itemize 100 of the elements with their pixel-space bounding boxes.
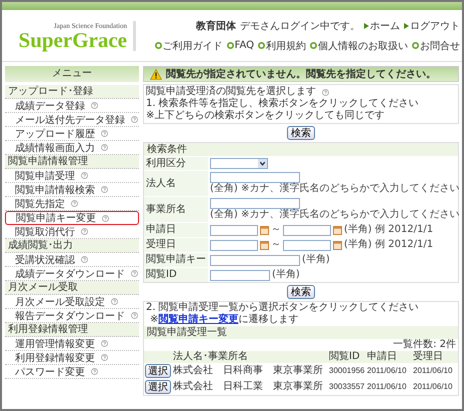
login-status: デモさんログイン中です。 [240,20,360,32]
field-label: 申請日 [144,223,208,237]
step-instruction: 2. 閲覧申請受理一覧から選択ボタンをクリックしてください [145,302,420,313]
triangle-icon [364,22,369,28]
column-header: 閲覧ID [328,351,366,363]
field-label: 法人名 [144,171,208,196]
column-header: 申請日 [366,351,412,363]
circle-bullet-icon [258,42,265,49]
help-icon [322,88,329,96]
input-note: (半角) 例 2012/1/1 [344,224,434,236]
help-icon [102,214,109,222]
range-separator: ～ [271,239,281,251]
search-button[interactable]: 検索 [287,285,315,299]
help-icon [81,256,88,263]
nav-link[interactable]: ご利用ガイド [154,38,223,52]
menu-section-title: アップロード･登録 [5,85,139,99]
warning-text: 閲覧先が指定されていません。閲覧先を指定してください。 [166,67,436,81]
table-cell-text: 株式会社 日科工業 東京事業所 [172,380,324,394]
instruction-title: 閲覧申請受理済の閲覧先を選択します [146,86,316,98]
text-input[interactable] [210,254,300,266]
select-button[interactable]: 選択 [145,364,171,378]
search-button[interactable]: 検索 [287,126,315,140]
table-cell-text: 30001956 [328,365,366,377]
menu-header: メニュー [5,66,139,82]
help-icon [101,130,108,137]
input-note: (半角) 例 2012/1/1 [344,239,434,251]
menu-item[interactable]: パスワード変更 [5,365,139,379]
menu-section-title: 利用登録情報管理 [5,323,139,337]
list-count: 一覧件数: 2件 [392,339,457,350]
key-change-link[interactable]: 閲覧申請キー変更 [158,314,238,326]
table-cell-text: 2011/06/10 [412,365,454,377]
menu-item[interactable]: 閲覧申請情報検索 [5,183,139,197]
circle-bullet-icon [154,42,162,49]
circle-bullet-icon [310,42,317,49]
select-button[interactable]: 選択 [145,380,171,394]
field-label: 利用区分 [144,157,208,170]
menu-item[interactable]: 閲覧先指定 [5,197,139,211]
calendar-icon[interactable] [333,226,342,234]
help-icon [131,270,138,277]
nav-link[interactable]: 利用規約 [258,38,306,52]
help-icon [71,200,78,207]
help-icon [101,186,108,193]
triangle-icon [404,22,409,28]
date-input[interactable] [283,224,331,236]
table-cell-text: 2011/06/10 [366,381,408,393]
menu-item[interactable]: 閲覧申請受理 [5,169,139,183]
text-input[interactable] [210,270,270,280]
nav-link[interactable]: お問合せ [412,38,460,52]
calendar-icon[interactable] [260,240,269,250]
usage-select[interactable] [210,158,268,169]
header-link[interactable]: ホーム [364,18,400,32]
menu-item[interactable]: アップロード履歴 [5,127,139,141]
date-input[interactable] [283,240,331,250]
date-input[interactable] [210,240,258,250]
help-icon [101,340,108,347]
date-input[interactable] [210,224,258,236]
field-label: 閲覧申請キー [144,253,208,267]
input-note: (半角) [272,269,300,281]
table-cell-text: 2011/06/10 [412,381,454,393]
menu-item[interactable]: 運用管理情報変更 [5,337,139,351]
help-icon [91,368,98,375]
menu-item[interactable]: 成績データ登録 [5,99,139,113]
dropdown-arrow-icon [258,159,267,168]
table-cell-text: 株式会社 日科商事 東京事業所 [172,364,324,378]
menu-item[interactable]: 月次メール受取設定 [5,295,139,309]
nav-link[interactable]: 個人情報のお取扱い [310,38,408,52]
text-input[interactable] [210,172,300,183]
column-header: 受理日 [412,351,458,363]
range-separator: ～ [271,224,281,236]
menu-item[interactable]: メール送付先データ登録 [5,113,139,127]
help-icon [81,228,88,235]
table-title: 検索条件 [144,143,458,156]
menu-item[interactable]: 閲覧申請キー変更 [5,211,139,225]
menu-item[interactable]: 利用登録情報変更 [5,351,139,365]
table-cell-text: 2011/06/10 [366,365,408,377]
step-note: ※閲覧申請キー変更に遷移します [149,314,300,326]
nav-link[interactable]: FAQ [226,40,254,51]
help-icon [101,354,108,361]
menu-section-title: 閲覧申請情報管理 [5,155,139,169]
column-header: 法人名･事業所名 [172,351,328,363]
menu-section-title: 成績閲覧･出力 [5,239,139,253]
input-note: (全角) ※カナ、漢字氏名のどちらかで入力してください [210,183,460,195]
user-type: 教育団体 [196,19,236,32]
help-icon [131,312,138,319]
help-icon [131,116,138,123]
help-icon [81,172,88,179]
menu-item[interactable]: 受講状況確認 [5,253,139,267]
header-link[interactable]: ログアウト [404,18,460,32]
calendar-icon[interactable] [260,226,269,234]
input-note: (全角) ※カナ、漢字氏名のどちらかで入力してください [210,209,460,221]
input-note: (半角) [302,254,330,266]
calendar-icon[interactable] [333,240,342,250]
help-icon [111,298,118,305]
table-title: 閲覧申請受理一覧 [144,326,458,339]
text-input[interactable] [210,198,300,209]
field-label: 事業所名 [144,197,208,222]
warning-icon [150,68,162,80]
help-icon [101,144,108,151]
field-label: 閲覧ID [144,268,208,282]
column-header [144,351,172,363]
